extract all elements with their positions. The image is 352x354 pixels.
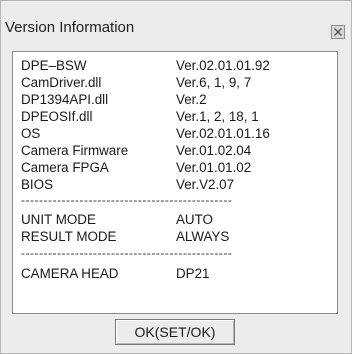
info-label: Camera Firmware (21, 143, 129, 158)
dialog-title: Version Information (5, 19, 135, 36)
info-value: Ver.01.01.02 (176, 160, 252, 175)
info-label: CamDriver.dll (21, 75, 102, 90)
separator-line: ----------------------------------------… (21, 247, 233, 259)
info-label: Camera FPGA (21, 160, 109, 175)
info-value: Ver.02.01.01.92 (176, 58, 270, 73)
title-bar: Version Information (1, 1, 351, 45)
mode-label: UNIT MODE (21, 212, 96, 227)
mode-value: AUTO (176, 212, 213, 227)
info-value: Ver.02.01.01.16 (176, 126, 270, 141)
separator-line: ----------------------------------------… (21, 194, 233, 206)
version-dialog: Version Information DPE–BSW Ver.02.01.01… (0, 0, 352, 354)
ok-button[interactable]: OK(SET/OK) (115, 319, 235, 345)
info-label: DP1394API.dll (21, 92, 109, 107)
info-label: BIOS (21, 177, 53, 192)
mode-value: ALWAYS (176, 229, 230, 244)
close-button[interactable] (331, 25, 345, 39)
camera-head-label: CAMERA HEAD (21, 266, 119, 281)
mode-label: RESULT MODE (21, 229, 117, 244)
info-value: Ver.1, 2, 18, 1 (176, 109, 259, 124)
camera-head-value: DP21 (176, 266, 210, 281)
info-value: Ver.V2.07 (176, 177, 235, 192)
info-label: DPEOSIf.dll (21, 109, 93, 124)
version-list-panel: DPE–BSW Ver.02.01.01.92 CamDriver.dll Ve… (12, 51, 338, 314)
info-label: DPE–BSW (21, 58, 87, 73)
close-icon (334, 28, 342, 36)
info-label: OS (21, 126, 41, 141)
info-value: Ver.6, 1, 9, 7 (176, 75, 252, 90)
info-value: Ver.2 (176, 92, 207, 107)
info-value: Ver.01.02.04 (176, 143, 252, 158)
